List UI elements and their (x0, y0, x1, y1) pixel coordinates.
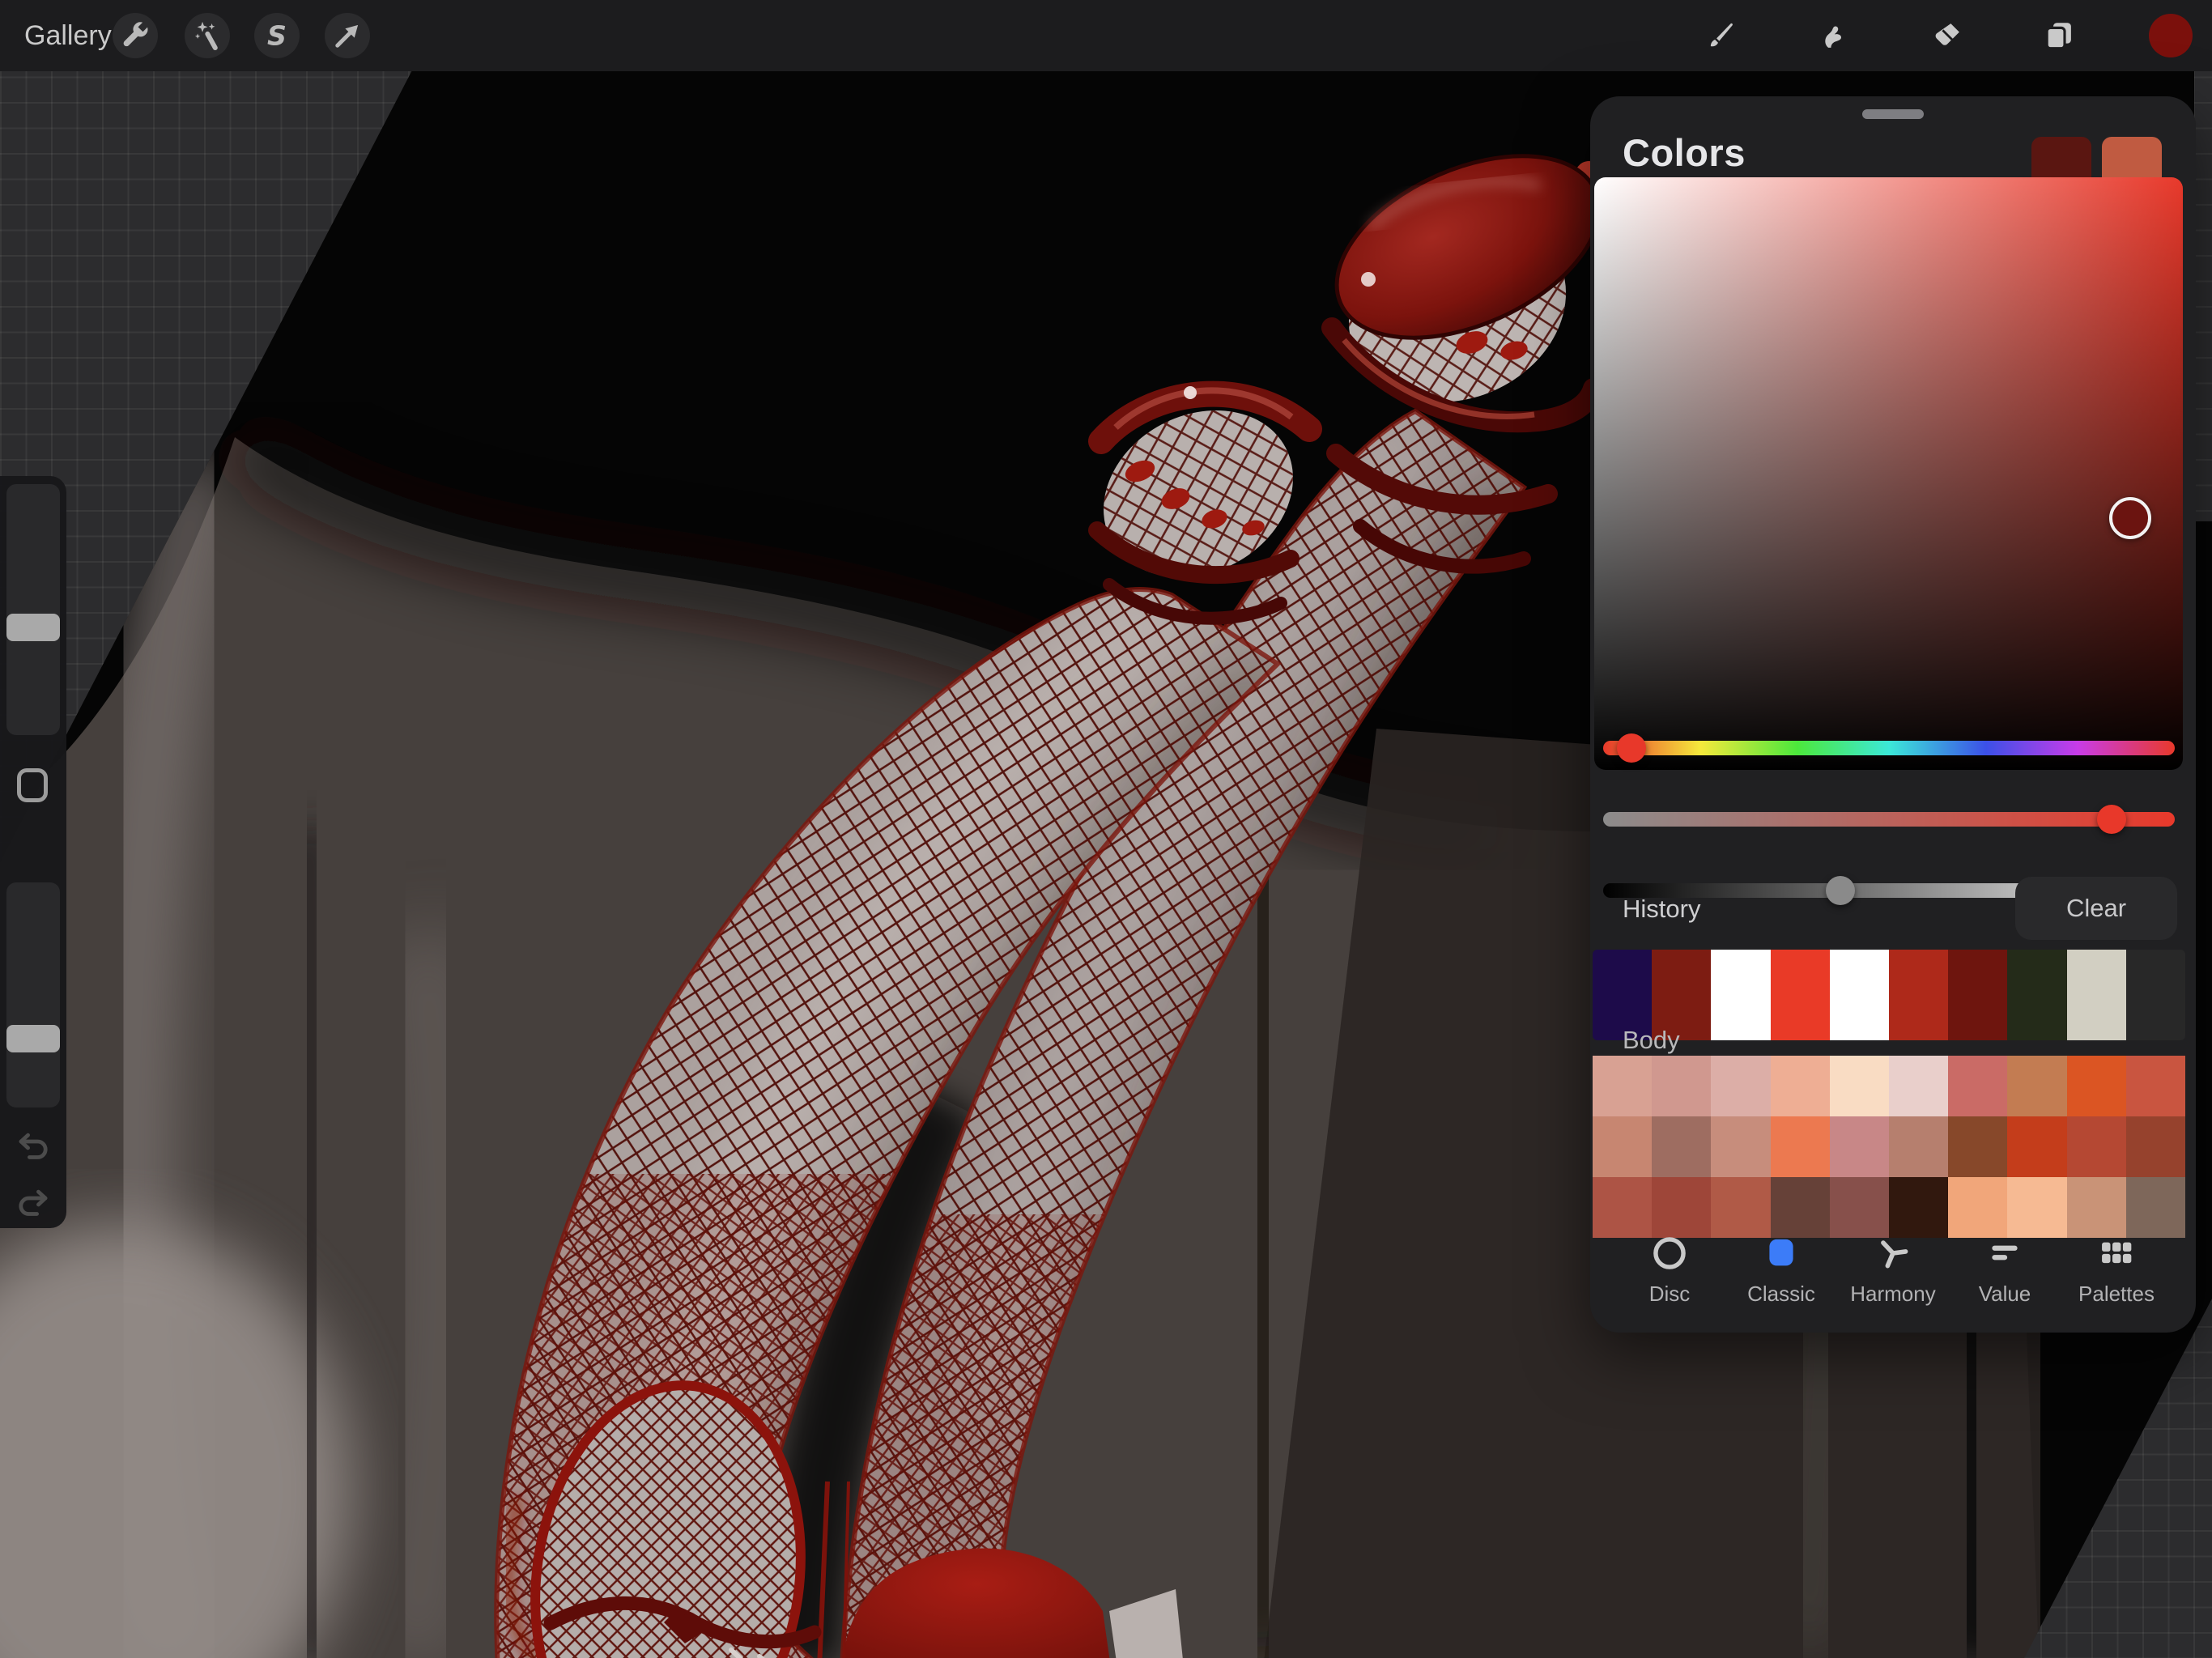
value-icon (1984, 1233, 2025, 1273)
redo-icon[interactable] (15, 1184, 51, 1220)
harmony-icon (1873, 1233, 1913, 1273)
palette-swatch[interactable] (2126, 1116, 2185, 1177)
palette-swatch[interactable] (2126, 1056, 2185, 1116)
palette-swatch[interactable] (1830, 1177, 1889, 1238)
history-label: History (1623, 895, 1700, 924)
tab-harmony[interactable]: Harmony (1843, 1233, 1943, 1307)
palette-swatch[interactable] (1711, 1056, 1770, 1116)
palette-swatch[interactable] (1889, 1116, 1948, 1177)
history-swatch[interactable] (2007, 950, 2066, 1040)
palette-swatch[interactable] (1652, 1177, 1711, 1238)
history-swatches (1593, 950, 2185, 1040)
brush-size-handle[interactable] (6, 614, 60, 641)
saturation-brightness-square[interactable] (1594, 177, 2183, 770)
erase-tool-button[interactable] (1925, 13, 1970, 58)
wrench-icon (118, 19, 152, 53)
actions-button[interactable] (113, 13, 158, 58)
palette-swatch[interactable] (1948, 1177, 2007, 1238)
selection-s-icon: S (260, 19, 294, 53)
palette-swatch[interactable] (1593, 1056, 1652, 1116)
panel-drag-handle[interactable] (1862, 109, 1924, 119)
magic-wand-icon (190, 19, 224, 53)
palette-swatch[interactable] (2067, 1116, 2126, 1177)
palette-swatch[interactable] (1652, 1116, 1711, 1177)
history-swatch[interactable] (1771, 950, 1830, 1040)
hue-slider[interactable] (1603, 741, 2175, 755)
paint-brush-icon (1704, 19, 1738, 53)
color-mode-tabs: Disc Classic Harmony Value (1590, 1233, 2196, 1307)
tab-palettes[interactable]: Palettes (2066, 1233, 2167, 1307)
history-swatch[interactable] (1711, 950, 1770, 1040)
palette-swatch[interactable] (1593, 1116, 1652, 1177)
palette-swatch[interactable] (1771, 1116, 1830, 1177)
layers-tool-button[interactable] (2036, 13, 2082, 58)
palette-name-label: Body (1623, 1026, 1680, 1055)
palette-swatch[interactable] (2067, 1056, 2126, 1116)
history-swatch[interactable] (1889, 950, 1948, 1040)
palette-swatch[interactable] (1948, 1116, 2007, 1177)
smudge-tool-button[interactable] (1810, 13, 1855, 58)
palette-swatch[interactable] (2007, 1116, 2066, 1177)
transform-button[interactable] (325, 13, 370, 58)
palette-swatch[interactable] (2126, 1177, 2185, 1238)
panel-title: Colors (1623, 130, 1746, 175)
palette-swatch[interactable] (1771, 1177, 1830, 1238)
palette-swatch[interactable] (1948, 1056, 2007, 1116)
palette-swatch[interactable] (1830, 1116, 1889, 1177)
transform-arrow-icon (330, 19, 364, 53)
adjustments-button[interactable] (185, 13, 230, 58)
classic-icon (1761, 1233, 1802, 1273)
disc-icon (1649, 1233, 1690, 1273)
palette-swatch[interactable] (2007, 1056, 2066, 1116)
palette-swatch[interactable] (1711, 1177, 1770, 1238)
modify-button[interactable] (17, 768, 48, 802)
color-picker-ring[interactable] (2109, 497, 2151, 539)
svg-text:S: S (267, 19, 287, 51)
palette-swatch[interactable] (2007, 1177, 2066, 1238)
opacity-handle[interactable] (6, 1025, 60, 1052)
smudge-icon (1815, 19, 1849, 53)
opacity-slider[interactable] (6, 882, 60, 1107)
undo-icon[interactable] (15, 1128, 51, 1163)
tab-classic[interactable]: Classic (1731, 1233, 1831, 1307)
tab-value[interactable]: Value (1955, 1233, 2055, 1307)
eraser-icon (1930, 19, 1964, 53)
palettes-icon (2096, 1233, 2137, 1273)
brush-sidebar (0, 476, 66, 1228)
history-swatch[interactable] (1948, 950, 2007, 1040)
layers-icon (2042, 19, 2076, 53)
palette-swatch[interactable] (1652, 1056, 1711, 1116)
palette-swatch[interactable] (1889, 1056, 1948, 1116)
history-swatch[interactable] (2126, 950, 2185, 1040)
palette-swatch[interactable] (2067, 1177, 2126, 1238)
palette-swatch[interactable] (1711, 1116, 1770, 1177)
history-swatch[interactable] (2067, 950, 2126, 1040)
palette-swatch[interactable] (1889, 1177, 1948, 1238)
brush-size-slider[interactable] (6, 484, 60, 735)
current-color-button[interactable] (2149, 14, 2193, 57)
history-swatch[interactable] (1830, 950, 1889, 1040)
colors-panel: Colors History Clear Body Disc Classic (1590, 96, 2196, 1333)
brightness-knob[interactable] (1826, 876, 1855, 905)
saturation-knob[interactable] (2097, 805, 2126, 834)
brush-tool-button[interactable] (1699, 13, 1744, 58)
saturation-slider[interactable] (1603, 812, 2175, 827)
palette-swatch[interactable] (1830, 1056, 1889, 1116)
palette-swatch[interactable] (1771, 1056, 1830, 1116)
hue-knob[interactable] (1617, 733, 1646, 763)
palette-swatch[interactable] (1593, 1177, 1652, 1238)
top-toolbar: Gallery S (0, 0, 2212, 71)
gallery-button[interactable]: Gallery (24, 0, 112, 71)
clear-history-button[interactable]: Clear (2015, 877, 2177, 940)
workspace-grid-sliver (2194, 71, 2212, 521)
selection-button[interactable]: S (254, 13, 300, 58)
body-palette-grid (1593, 1056, 2185, 1238)
tab-disc[interactable]: Disc (1619, 1233, 1720, 1307)
